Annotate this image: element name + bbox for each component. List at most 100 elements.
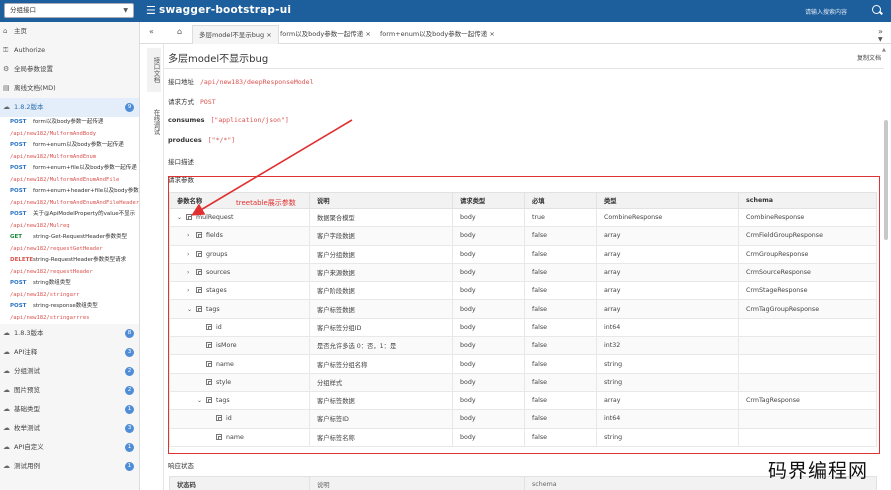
- api-item[interactable]: POST form+enum+file以及body参数一起传递: [0, 163, 139, 175]
- scroll-up-icon[interactable]: ▲: [882, 47, 886, 53]
- tab-form-body[interactable]: form以及body参数一起传递 ×: [274, 25, 377, 44]
- chevron-down-icon[interactable]: ⌄: [197, 397, 206, 404]
- cloud-icon: ☁: [3, 367, 10, 375]
- table-row[interactable]: › stages 客户阶段数据 body false array CrmStageRespo…: [169, 281, 877, 301]
- chevron-right-icon[interactable]: ›: [187, 232, 196, 239]
- cell-schema: [738, 372, 877, 392]
- copy-doc-button[interactable]: 复制文档: [857, 53, 881, 62]
- url-field: 接口地址/api/new183/deepResponseModel: [168, 76, 314, 86]
- table-row[interactable]: id 客户标签分组ID body false int64: [169, 317, 877, 338]
- sidebar-group[interactable]: ☁ 分组测试 2: [0, 362, 139, 381]
- tree-node-icon: [196, 269, 202, 276]
- param-name: stages: [206, 287, 227, 295]
- chevron-down-icon[interactable]: ⌄: [187, 306, 196, 313]
- api-item[interactable]: POST string-response数组类型: [0, 301, 139, 313]
- vtab-doc[interactable]: 接口文档: [147, 48, 161, 92]
- table-row[interactable]: style 分组样式 body false string: [169, 372, 877, 392]
- api-item[interactable]: DELETEstring-RequestHeader参数类型请求: [0, 255, 139, 267]
- cell-schema: [738, 354, 877, 374]
- table-row[interactable]: › groups 客户分组数据 body false array CrmGroupRespo…: [169, 244, 877, 264]
- api-item[interactable]: POST form+enum以及body参数一起传递: [0, 140, 139, 152]
- tab-menu-icon[interactable]: ▼: [878, 36, 883, 43]
- api-title: form以及body参数一起传递: [33, 119, 104, 125]
- vtab-debug[interactable]: 在线调试: [147, 100, 161, 144]
- cell-desc: 分组样式: [309, 372, 453, 392]
- cell-schema: [738, 317, 877, 338]
- sidebar-group-active[interactable]: ☁ 1.8.2版本 9: [0, 98, 139, 117]
- param-name: tags: [216, 397, 230, 405]
- table-row[interactable]: ⌄ tags 客户标签数据 body false array CrmTagGroupResp…: [169, 299, 877, 319]
- param-name-cell: ⌄ mulRequest: [169, 207, 310, 228]
- table-row[interactable]: › sources 客户来源数据 body false array CrmSourceRes…: [169, 262, 877, 283]
- home-icon[interactable]: ⌂: [177, 27, 182, 36]
- cell-in: body: [452, 207, 525, 228]
- api-item[interactable]: POST form以及body参数一起传递: [0, 117, 139, 129]
- sidebar-item-home[interactable]: ⌂ 主页: [0, 22, 139, 41]
- method-badge: GET: [10, 234, 23, 240]
- app-title: swagger-bootstrap-ui: [159, 4, 292, 16]
- tab-deep-model[interactable]: 多层model不显示bug ×: [192, 25, 279, 44]
- close-icon[interactable]: ×: [489, 30, 494, 38]
- api-item[interactable]: POST string数组类型: [0, 278, 139, 290]
- close-icon[interactable]: ×: [266, 31, 271, 39]
- tab-form-enum-body[interactable]: form+enum以及body参数一起传递 ×: [374, 25, 501, 44]
- method-value: POST: [200, 98, 216, 106]
- chevron-right-icon[interactable]: ›: [187, 269, 196, 276]
- sidebar-item-offline-doc[interactable]: ▤ 离线文档(MD): [0, 79, 139, 98]
- param-name-cell: ⌄ tags: [169, 390, 310, 411]
- param-name-cell: id: [169, 409, 310, 429]
- chevron-right-icon[interactable]: ›: [187, 287, 196, 294]
- method-badge: POST: [10, 303, 27, 309]
- sidebar-group[interactable]: ☁ 1.8.3版本 8: [0, 324, 139, 343]
- table-row[interactable]: › fields 客户字段数据 body false array CrmFieldGroup…: [169, 226, 877, 246]
- param-name-cell: › groups: [169, 244, 310, 264]
- sidebar-item-authorize[interactable]: ⚿ Authorize: [0, 41, 139, 60]
- table-row[interactable]: name 客户标签名称 body false string: [169, 427, 877, 447]
- chevron-down-icon[interactable]: ⌄: [177, 214, 186, 221]
- cell-req: false: [524, 336, 597, 356]
- sidebar-group[interactable]: ☁ 测试用例 1: [0, 457, 139, 476]
- api-item[interactable]: GET string-Get-RequestHeader参数类型: [0, 232, 139, 244]
- api-item[interactable]: POST 关于@ApiModelProperty的value不显示: [0, 209, 139, 221]
- tab-label: form+enum以及body参数一起传递: [380, 30, 488, 38]
- cell-type: CombineResponse: [596, 207, 739, 228]
- table-row[interactable]: isMore 是否允许多选 0：否，1：是 body false int32: [169, 336, 877, 356]
- param-name-cell: › stages: [169, 281, 310, 301]
- search-icon[interactable]: [872, 5, 881, 14]
- cell-req: false: [524, 281, 597, 301]
- param-name-cell: name: [169, 427, 310, 447]
- chevron-right-icon[interactable]: ›: [187, 251, 196, 258]
- tab-scroll-right-icon[interactable]: »: [878, 27, 883, 36]
- api-item[interactable]: POST form+enum+header+file以及body参数: [0, 186, 139, 198]
- cloud-icon: ☁: [3, 405, 10, 413]
- cell-type: array: [596, 281, 739, 301]
- menu-icon[interactable]: ☰: [146, 4, 156, 17]
- sidebar-group[interactable]: ☁ 枚举测试 3: [0, 419, 139, 438]
- count-badge: 8: [125, 329, 134, 338]
- api-title: string数组类型: [33, 280, 71, 286]
- method-badge: POST: [10, 280, 27, 286]
- table-row[interactable]: id 客户标签ID body false int64: [169, 409, 877, 429]
- method-badge: POST: [10, 211, 27, 217]
- group-select[interactable]: 分组接口 ▼: [4, 3, 134, 18]
- api-path: /api/new182/MulformAndBody: [0, 128, 139, 140]
- sidebar-group[interactable]: ☁ 图片预览 2: [0, 381, 139, 400]
- main-content: 多层model不显示bug 复制文档 接口地址/api/new183/deepR…: [164, 44, 891, 490]
- tab-bar: « ⌂ 多层model不显示bug × form以及body参数一起传递 × f…: [140, 22, 891, 44]
- cell-in: body: [452, 427, 525, 447]
- table-row[interactable]: ⌄ tags 客户标签数据 body false array CrmTagResponse: [169, 390, 877, 411]
- table-row[interactable]: name 客户标签分组名称 body false string: [169, 354, 877, 374]
- sidebar-group[interactable]: ☁ 基础类型 1: [0, 400, 139, 419]
- search-input[interactable]: 请输入搜索内容: [805, 7, 847, 16]
- scrollbar[interactable]: [884, 120, 888, 240]
- api-path: /api/new182/requestGetHeader: [0, 243, 139, 255]
- tab-scroll-left-icon[interactable]: «: [149, 27, 154, 36]
- tree-node-icon: [206, 360, 212, 367]
- sidebar-group[interactable]: ☁ API注释 3: [0, 343, 139, 362]
- cell-type: int64: [596, 409, 739, 429]
- close-icon[interactable]: ×: [365, 30, 370, 38]
- sidebar-group[interactable]: ☁ API自定义 1: [0, 438, 139, 457]
- api-path: /api/new182/stringarr: [0, 289, 139, 301]
- sidebar-item-global-params[interactable]: ⚙ 全局参数设置: [0, 60, 139, 79]
- table-row[interactable]: ⌄ mulRequest 数据聚合模型 body true CombineResponse…: [169, 207, 877, 228]
